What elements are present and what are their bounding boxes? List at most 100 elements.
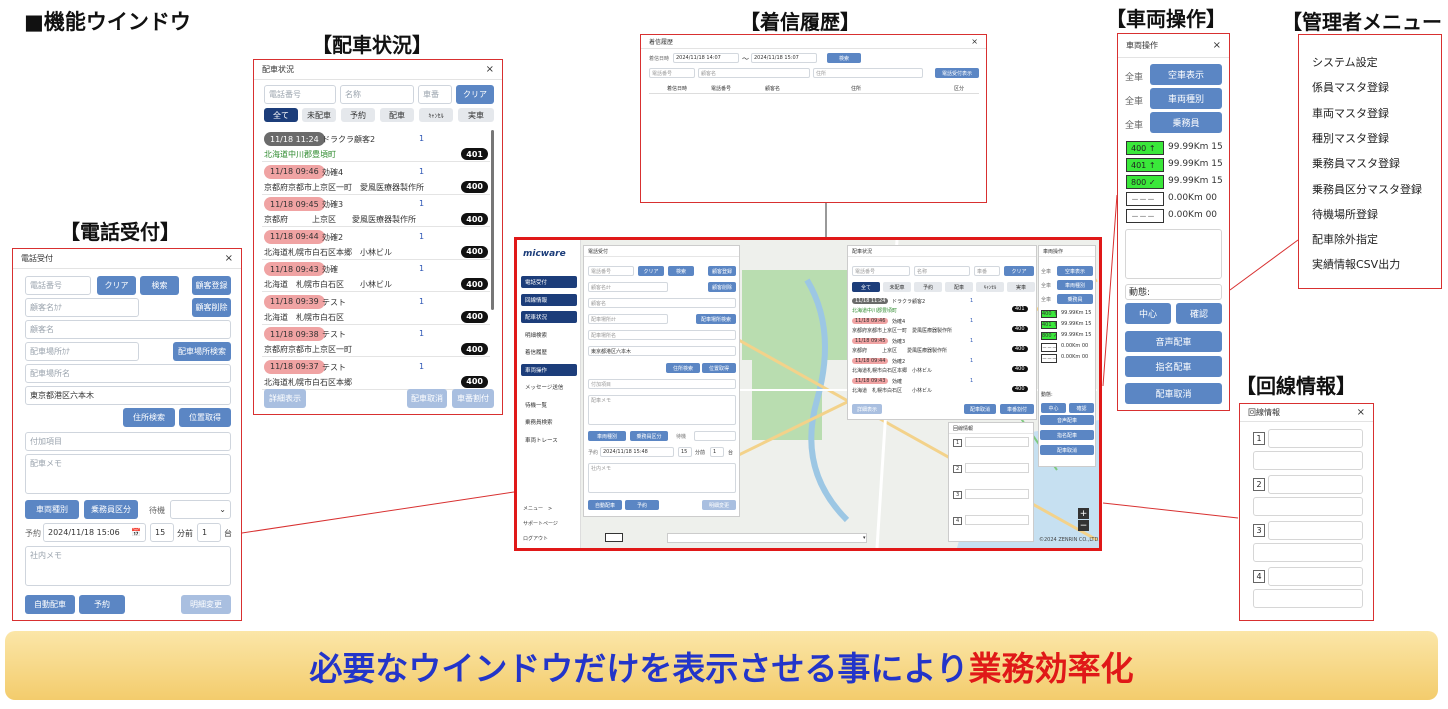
support-link[interactable]: サポートページ: [523, 520, 558, 527]
admin-menu-item[interactable]: 実績情報CSV出力: [1312, 256, 1400, 272]
car-assign-button[interactable]: 車番割付: [452, 389, 494, 408]
admin-menu-item[interactable]: システム設定: [1312, 54, 1378, 70]
auto-dispatch-button[interactable]: 自動配車: [25, 595, 75, 614]
tab-unassigned[interactable]: 未配車: [302, 108, 336, 122]
mini-reserve-button[interactable]: 予約: [625, 500, 659, 510]
tab-assigned[interactable]: 配車: [380, 108, 414, 122]
mini-tab[interactable]: 配車: [945, 282, 973, 292]
mini-confirm-button[interactable]: 確認: [1069, 403, 1094, 413]
customer-name-input[interactable]: 顧客名: [25, 320, 231, 339]
minutes-input[interactable]: 15: [150, 523, 174, 542]
tab-in-service[interactable]: 実車: [458, 108, 494, 122]
vehicle-type-button[interactable]: 車両種別: [1150, 88, 1222, 109]
close-icon[interactable]: ×: [225, 253, 233, 264]
car-number-input[interactable]: 車番: [418, 85, 452, 104]
address-search-button[interactable]: 住所検索: [123, 408, 175, 427]
scrollbar[interactable]: [491, 130, 494, 310]
vehicle-tag[interactable]: －－－: [1126, 209, 1164, 223]
crew-class-button[interactable]: 乗務員区分: [84, 500, 138, 519]
mini-tab[interactable]: 全て: [852, 282, 880, 292]
reserve-datetime-input[interactable]: 2024/11/18 15:06 📅: [43, 523, 146, 542]
nav-item[interactable]: 着信履歴: [521, 346, 577, 358]
mini-place-kana-input[interactable]: 配車場所ｶﾅ: [588, 314, 668, 324]
nav-item[interactable]: 車両操作: [521, 363, 577, 376]
center-button[interactable]: 中心: [1125, 303, 1171, 324]
mini-vacant-button[interactable]: 空車表示: [1057, 266, 1093, 276]
mini-customer-register-button[interactable]: 顧客登録: [708, 266, 736, 276]
mini-assign-button[interactable]: 車番割付: [1000, 404, 1034, 414]
vehicle-tag[interactable]: 400 ↑: [1126, 141, 1164, 155]
mini-name-input[interactable]: 名称: [914, 266, 970, 276]
nav-item[interactable]: 回線情報: [521, 293, 577, 306]
search-button[interactable]: 検索: [827, 53, 861, 63]
position-get-button[interactable]: 位置取得: [179, 408, 231, 427]
place-search-button[interactable]: 配車場所検索: [173, 342, 231, 361]
mini-extra-input[interactable]: 付加項目: [588, 379, 736, 389]
nav-item[interactable]: メッセージ送信: [521, 381, 577, 393]
mini-vehicle-tag[interactable]: 400 ↑: [1041, 310, 1057, 318]
dispatch-row[interactable]: 11/18 11:24 ドラクラ顧客2 1 北海道中川郡豊頃町 401: [262, 130, 490, 162]
tab-all[interactable]: 全て: [264, 108, 298, 122]
dispatch-row[interactable]: 11/18 09:39 テスト 1 北海道 札幌市白石区 400: [262, 293, 490, 325]
nav-item[interactable]: 待機一覧: [521, 399, 577, 411]
dispatch-row[interactable]: 11/18 09:38 テスト 1 京都府京都市上京区一町 400: [262, 325, 490, 357]
mini-dispatch-cancel-button[interactable]: 配車取消: [1040, 445, 1094, 455]
dispatch-memo-input[interactable]: 配車メモ: [25, 454, 231, 494]
mini-internal-memo-input[interactable]: 社内メモ: [588, 463, 736, 493]
mini-tab[interactable]: 未配車: [883, 282, 911, 292]
mini-named-button[interactable]: 指名配車: [1040, 430, 1094, 440]
close-icon[interactable]: ×: [971, 37, 978, 46]
mini-auto-button[interactable]: 自動配車: [588, 500, 622, 510]
admin-menu-item[interactable]: 車両マスタ登録: [1312, 105, 1389, 121]
mini-center-button[interactable]: 中心: [1041, 403, 1066, 413]
mini-kana-input[interactable]: 顧客名ｶﾅ: [588, 282, 668, 292]
dispatch-cancel-button[interactable]: 配車取消: [407, 389, 447, 408]
clear-button[interactable]: クリア: [456, 85, 494, 104]
admin-menu-item[interactable]: 乗務員区分マスタ登録: [1312, 181, 1422, 197]
count-input[interactable]: 1: [197, 523, 221, 542]
nav-item[interactable]: 配車状況: [521, 311, 577, 323]
close-icon[interactable]: ×: [1213, 40, 1221, 51]
phone-input[interactable]: 電話番号: [25, 276, 91, 295]
nav-item[interactable]: 電話受付: [521, 276, 577, 288]
name-input[interactable]: 名称: [340, 85, 414, 104]
phone-input[interactable]: 電話番号: [649, 68, 695, 78]
mini-tab[interactable]: 予約: [914, 282, 942, 292]
mini-phone-input[interactable]: 電話番号: [588, 266, 634, 276]
mini-place-name-input[interactable]: 配車場所名: [588, 330, 736, 340]
mini-memo-input[interactable]: 配車メモ: [588, 395, 736, 425]
mini-tab[interactable]: ｷｬﾝｾﾙ: [976, 282, 1004, 292]
mini-vehicle-type-button[interactable]: 車両種別: [588, 431, 626, 441]
vehicle-tag[interactable]: －－－: [1126, 192, 1164, 206]
mini-search-button[interactable]: 検索: [668, 266, 694, 276]
admin-menu-item[interactable]: 待機場所登録: [1312, 206, 1378, 222]
nav-item[interactable]: 明細検索: [521, 329, 577, 341]
from-datetime-input[interactable]: 2024/11/18 14:07: [673, 53, 739, 63]
vacant-view-button[interactable]: 空車表示: [1150, 64, 1222, 85]
mini-clear-button[interactable]: クリア: [638, 266, 664, 276]
admin-menu-item[interactable]: 配車除外指定: [1312, 231, 1378, 247]
wait-select[interactable]: ⌄: [170, 500, 231, 519]
phone-accept-view-button[interactable]: 電話受付表示: [935, 68, 979, 78]
search-button[interactable]: 検索: [140, 276, 179, 295]
mini-phone-input[interactable]: 電話番号: [852, 266, 910, 276]
close-icon[interactable]: ×: [486, 64, 494, 75]
mini-wait-select[interactable]: [694, 431, 736, 441]
mini-detail-button[interactable]: 詳細表示: [852, 404, 882, 414]
admin-menu-item[interactable]: 係員マスタ登録: [1312, 79, 1389, 95]
internal-memo-input[interactable]: 社内メモ: [25, 546, 231, 586]
mini-car-input[interactable]: 車番: [974, 266, 1000, 276]
calendar-icon[interactable]: 📅: [131, 528, 141, 537]
dispatch-row[interactable]: 11/18 09:45 効確3 1 京都府 上京区 愛風医療器製作所 400: [262, 195, 490, 227]
nav-item[interactable]: 乗務員検索: [521, 416, 577, 428]
mini-voice-button[interactable]: 音声配車: [1040, 415, 1094, 425]
mini-clear-button[interactable]: クリア: [1004, 266, 1034, 276]
logout-link[interactable]: ログアウト: [523, 535, 548, 542]
vehicle-type-button[interactable]: 車両種別: [25, 500, 79, 519]
admin-menu-item[interactable]: 乗務員マスタ登録: [1312, 155, 1400, 171]
mini-tab[interactable]: 実車: [1007, 282, 1035, 292]
mini-crew-class-button[interactable]: 乗務員区分: [630, 431, 668, 441]
named-dispatch-button[interactable]: 指名配車: [1125, 356, 1222, 377]
extra-input[interactable]: 付加項目: [25, 432, 231, 451]
chevron-down-icon[interactable]: ▾: [863, 535, 866, 541]
